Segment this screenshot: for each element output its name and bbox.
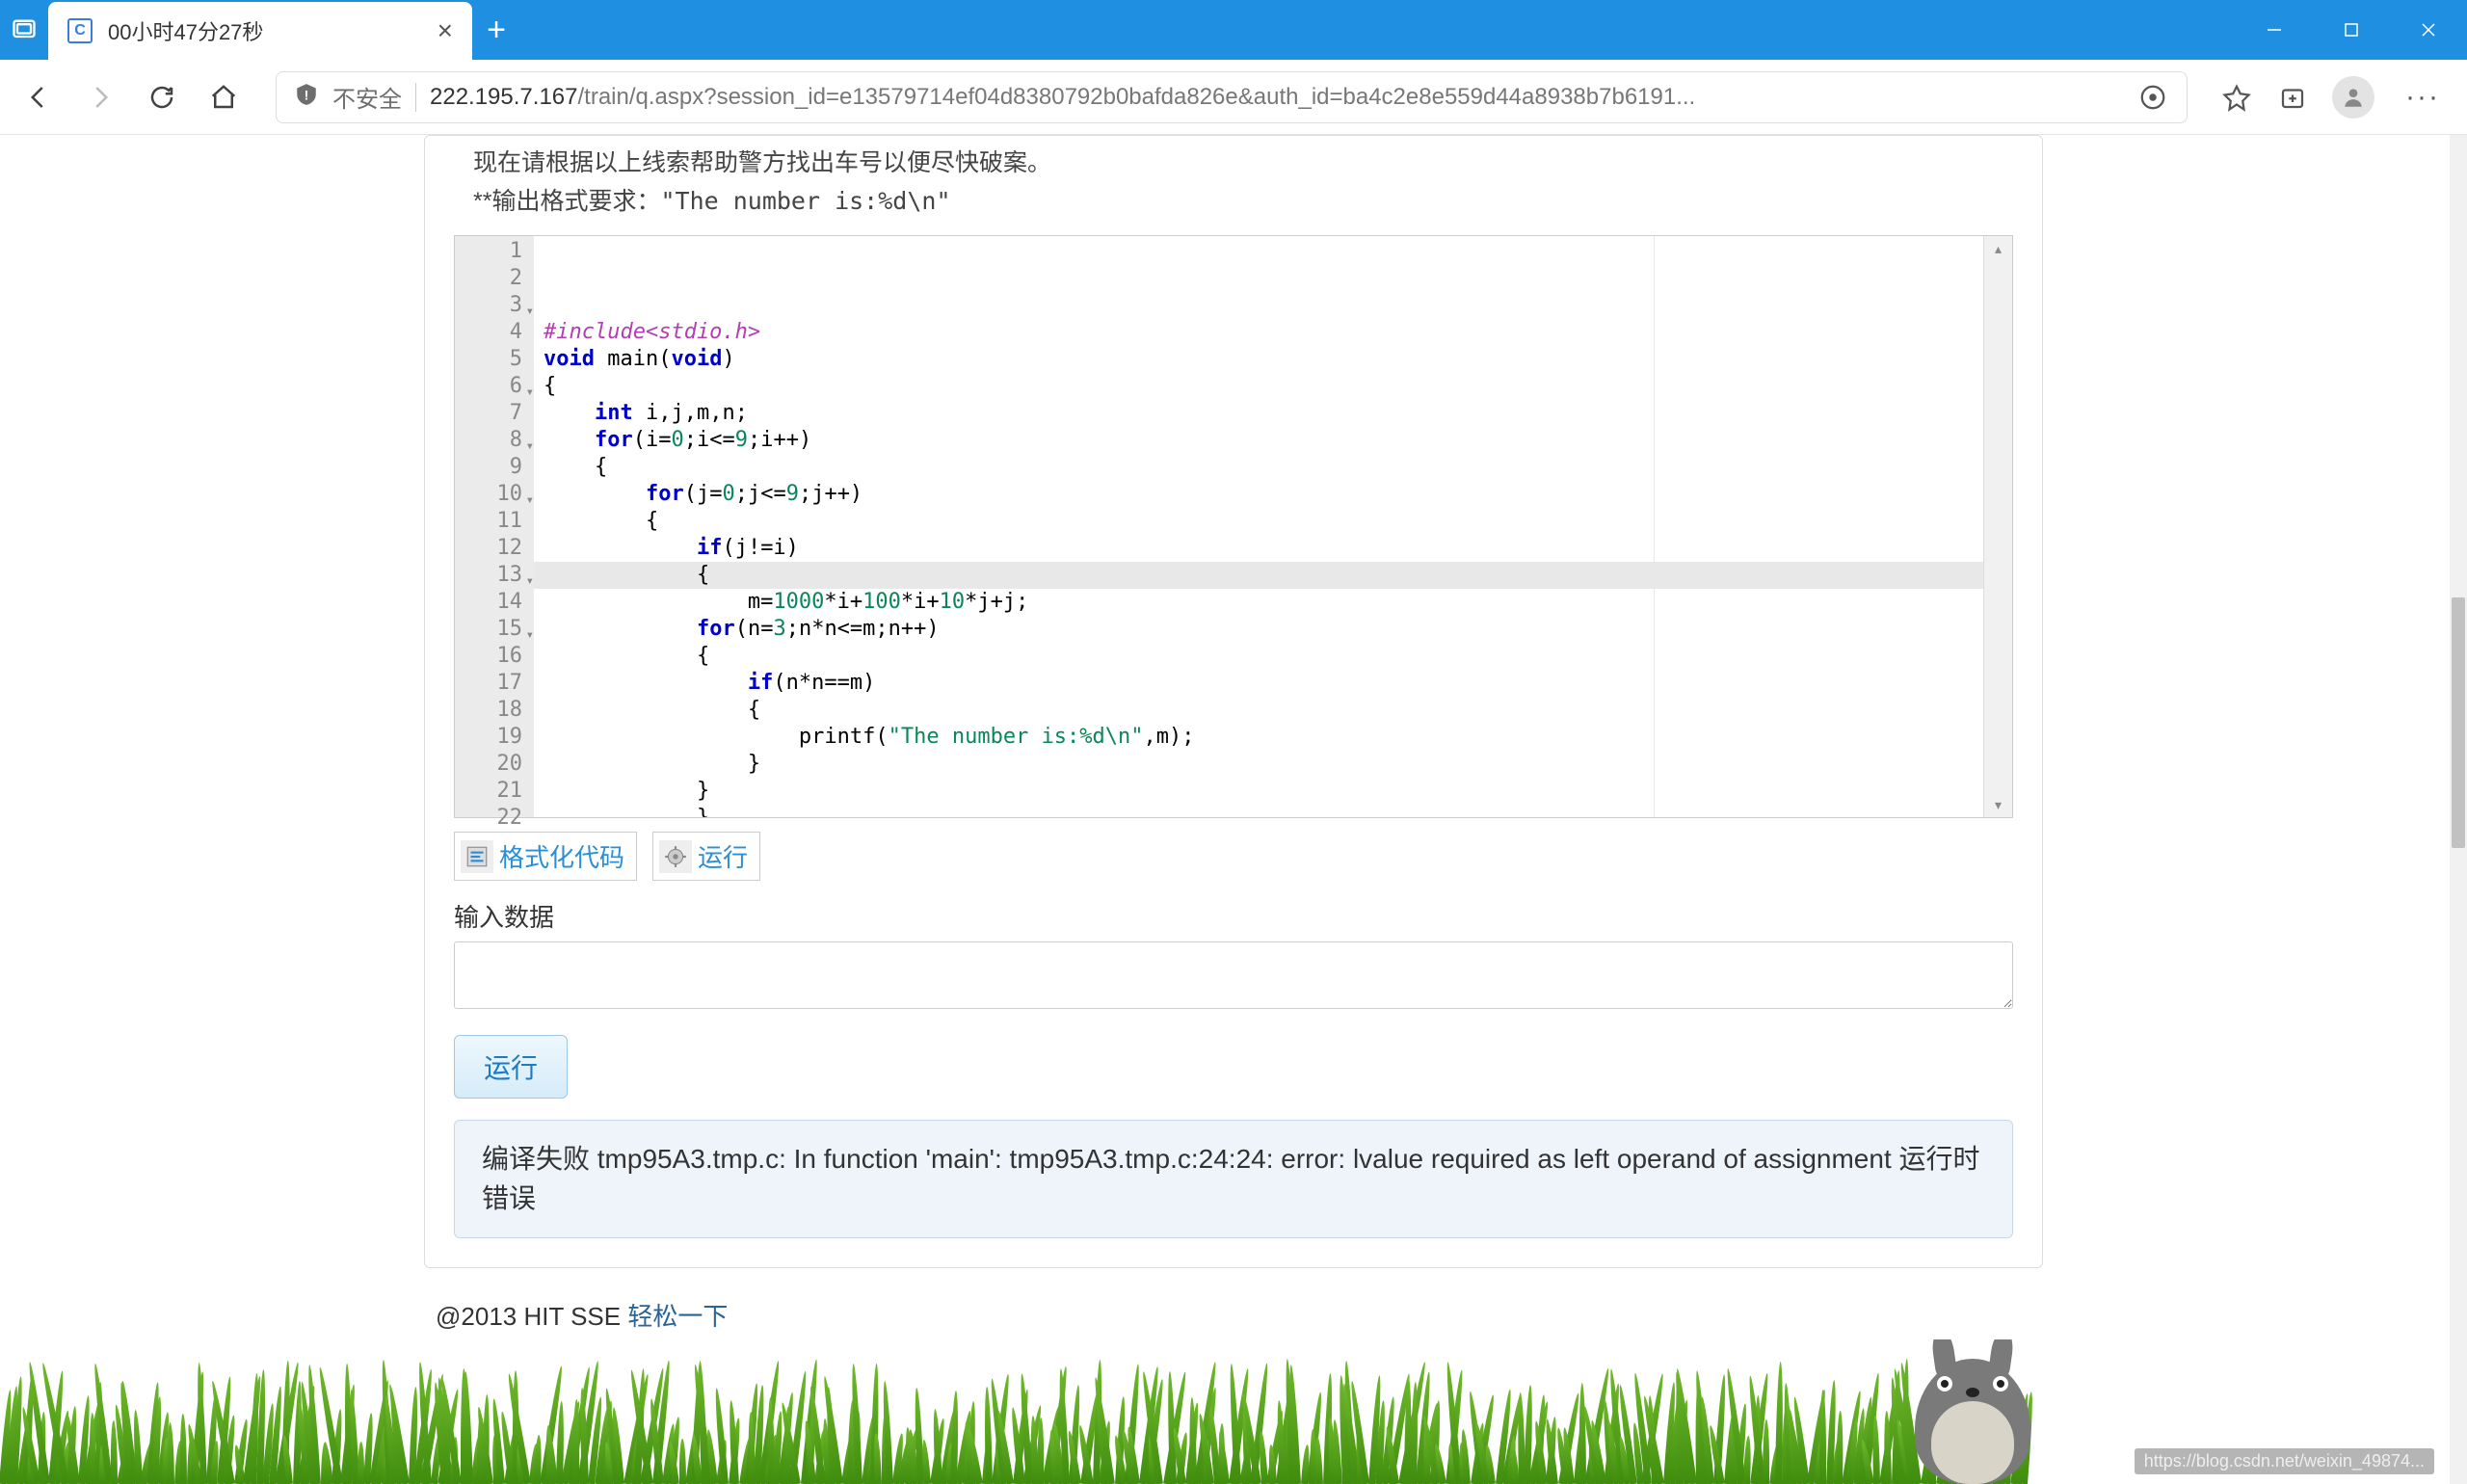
input-data-label: 输入数据: [454, 898, 2013, 934]
problem-description: 现在请根据以上线索帮助警方找出车号以便尽快破案。 **输出格式要求："The n…: [454, 136, 2013, 221]
more-menu-icon[interactable]: ···: [2398, 81, 2448, 114]
profile-avatar[interactable]: [2332, 76, 2374, 119]
result-output: 编译失败 tmp95A3.tmp.c: In function 'main': …: [454, 1120, 2013, 1238]
problem-card: 现在请根据以上线索帮助警方找出车号以便尽快破案。 **输出格式要求："The n…: [424, 135, 2043, 1268]
refresh-button[interactable]: [143, 78, 181, 117]
minimize-button[interactable]: [2236, 0, 2313, 60]
editor-code-area[interactable]: #include<stdio.h>void main(void){ int i,…: [534, 236, 1983, 817]
site-permissions-icon[interactable]: [2136, 81, 2169, 114]
home-button[interactable]: [204, 78, 243, 117]
footer-link[interactable]: 轻松一下: [627, 1302, 728, 1331]
back-button[interactable]: [19, 78, 58, 117]
security-label: 不安全: [332, 80, 402, 114]
insecure-icon: !: [294, 82, 319, 112]
scroll-down-icon[interactable]: ▾: [1984, 792, 2012, 817]
window-titlebar: C 00小时47分27秒 × +: [0, 0, 2467, 60]
page-footer: @2013 HIT SSE 轻松一下: [436, 1297, 2043, 1333]
collections-icon[interactable]: [2276, 81, 2309, 114]
forward-button[interactable]: [81, 78, 119, 117]
page-scrollbar[interactable]: [2450, 135, 2467, 1484]
run-button[interactable]: 运行: [454, 1035, 568, 1099]
tab-title: 00小时47分27秒: [108, 15, 422, 46]
run-inline-button[interactable]: 运行: [652, 832, 760, 881]
window-controls: [2236, 0, 2467, 60]
new-tab-button[interactable]: +: [472, 0, 520, 60]
url-bar[interactable]: ! 不安全 222.195.7.167/train/q.aspx?session…: [276, 71, 2188, 123]
input-data-textarea[interactable]: [454, 941, 2013, 1009]
format-code-button[interactable]: 格式化代码: [454, 832, 637, 881]
tab-overview-icon[interactable]: [0, 0, 48, 60]
page-viewport[interactable]: 现在请根据以上线索帮助警方找出车号以便尽快破案。 **输出格式要求："The n…: [0, 135, 2467, 1484]
scrollbar-thumb[interactable]: [2452, 597, 2465, 848]
svg-text:!: !: [305, 87, 309, 102]
browser-tab-active[interactable]: C 00小时47分27秒 ×: [48, 2, 472, 60]
close-tab-icon[interactable]: ×: [438, 15, 453, 46]
maximize-button[interactable]: [2313, 0, 2390, 60]
favorites-icon[interactable]: [2220, 81, 2253, 114]
editor-gutter: 12345678910111213141516171819202122: [455, 236, 534, 817]
url-divider: [415, 83, 416, 112]
format-icon: [461, 840, 493, 873]
address-bar: ! 不安全 222.195.7.167/train/q.aspx?session…: [0, 60, 2467, 135]
close-window-button[interactable]: [2390, 0, 2467, 60]
scroll-up-icon[interactable]: ▴: [1984, 236, 2012, 261]
editor-scrollbar[interactable]: ▴ ▾: [1983, 236, 2012, 817]
tab-favicon: C: [67, 18, 93, 43]
url-text: 222.195.7.167/train/q.aspx?session_id=e1…: [430, 84, 2123, 111]
code-editor[interactable]: 12345678910111213141516171819202122 #inc…: [454, 235, 2013, 818]
gear-run-icon: [659, 840, 692, 873]
